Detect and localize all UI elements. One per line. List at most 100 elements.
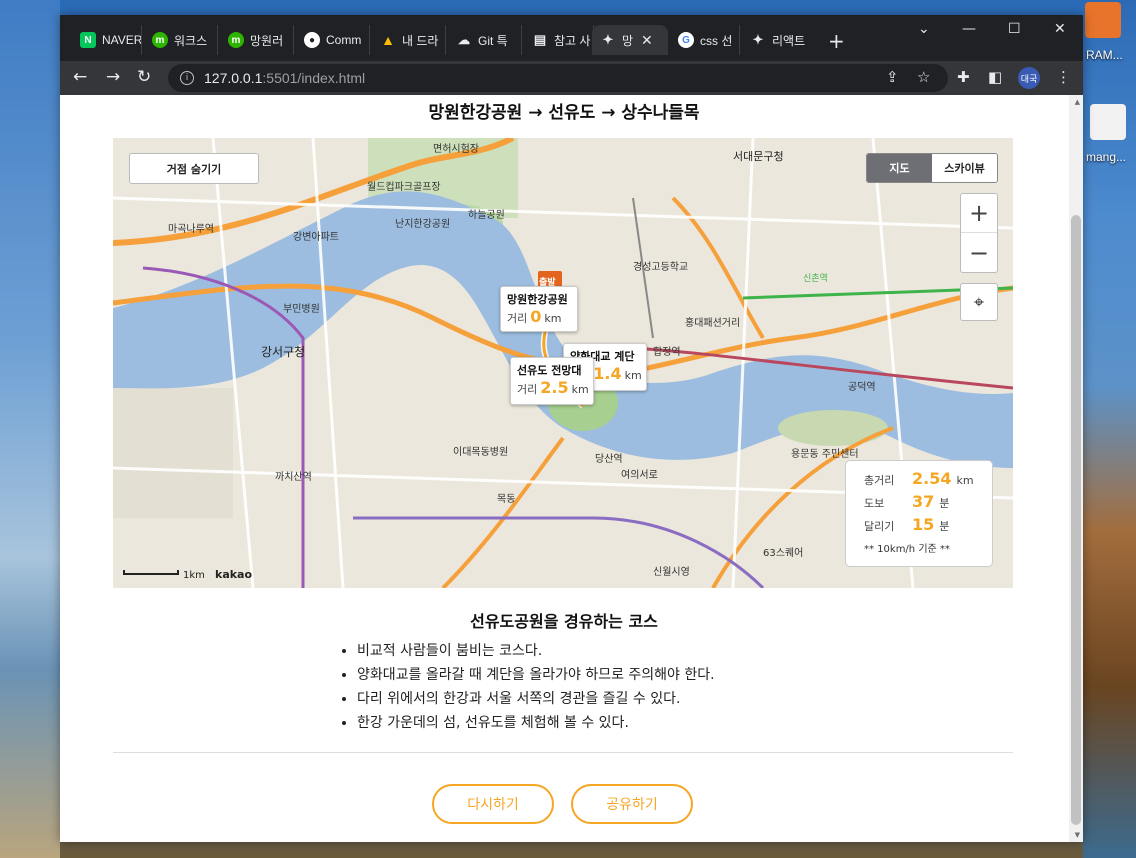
scroll-up-icon[interactable]: ▲: [1075, 98, 1080, 106]
maptype-skyview-button[interactable]: 스카이뷰: [932, 154, 997, 182]
tab-label: 참고 사: [554, 33, 591, 48]
map-place-label: 이대목동병원: [453, 447, 509, 458]
share-icon[interactable]: ⇪: [886, 68, 899, 86]
m-logo-icon: m: [152, 32, 168, 48]
minimize-icon[interactable]: —: [962, 21, 976, 37]
map-place-label: 서대문구청: [733, 150, 784, 163]
zoom-control: + −: [960, 193, 998, 273]
tab-react[interactable]: ✦ 리액트: [742, 25, 818, 55]
desktop-icon-label: mang...: [1086, 150, 1127, 164]
run-time-label: 달리기: [864, 520, 895, 533]
map-place-label: 신월시영: [653, 567, 690, 578]
tab-mangwon[interactable]: m 망원러: [220, 25, 294, 55]
tab-git[interactable]: ☁ Git 특: [448, 25, 522, 55]
map-place-label: 난지한강공원: [395, 219, 451, 230]
map-place-label: 까치산역: [275, 472, 312, 483]
zoom-out-button[interactable]: −: [961, 233, 997, 272]
maptype-map-button[interactable]: 지도: [867, 154, 932, 182]
map-place-label: 강변아파트: [293, 232, 339, 243]
map-place-label: 면허시험장: [433, 144, 479, 155]
scale-label: 1km: [183, 570, 205, 581]
retry-button[interactable]: 다시하기: [432, 784, 554, 824]
desktop-file-icon[interactable]: [1090, 104, 1126, 140]
tab-label: Comm: [326, 33, 362, 47]
back-icon[interactable]: ←: [73, 67, 87, 87]
maptype-toggle: 지도 스카이뷰: [866, 153, 998, 183]
close-window-icon[interactable]: ✕: [1054, 21, 1066, 37]
forward-icon[interactable]: →: [106, 67, 120, 87]
map-place-label: 홍대패션거리: [685, 318, 741, 329]
list-item: 비교적 사람들이 붐비는 코스다.: [357, 640, 715, 664]
locate-icon[interactable]: ⌖: [960, 283, 998, 321]
tab-works[interactable]: m 워크스: [144, 25, 218, 55]
side-panel-icon[interactable]: ◧: [988, 68, 1002, 86]
tab-drive[interactable]: ▲ 내 드라: [372, 25, 446, 55]
run-time-value: 15: [912, 515, 935, 534]
reload-icon[interactable]: ↻: [137, 67, 151, 87]
scroll-down-icon[interactable]: ▼: [1075, 831, 1080, 839]
tab-naver[interactable]: N NAVER: [72, 25, 142, 55]
desktop-app-icon[interactable]: [1085, 2, 1121, 38]
desktop-icon-label: RAM...: [1086, 48, 1123, 62]
map-place-label: 용문동 주민센터: [791, 449, 859, 460]
map-place-label: 합정역: [653, 347, 681, 358]
tab-search-icon[interactable]: ⌄: [918, 21, 930, 37]
zoom-in-button[interactable]: +: [961, 194, 997, 233]
distance-value: 1.4: [593, 364, 622, 383]
distance-unit: km: [544, 312, 562, 325]
site-info-icon[interactable]: i: [180, 71, 194, 85]
extensions-icon[interactable]: ✚: [957, 68, 970, 86]
tab-label: 망: [622, 33, 634, 48]
bookmark-star-icon[interactable]: ☆: [917, 68, 930, 86]
course-title: 선유도공원을 경유하는 코스: [470, 612, 658, 631]
tab-label: 내 드라: [402, 33, 439, 48]
tab-label: Git 특: [478, 33, 508, 48]
scale-bar: [123, 570, 179, 575]
toggle-places-button[interactable]: 거점 숨기기: [129, 153, 259, 184]
route-summary-panel: 총거리 2.54 km 도보 37 분 달리기 15 분 ** 10km/h 기준 **: [845, 460, 993, 567]
naver-icon: N: [80, 32, 96, 48]
profile-avatar[interactable]: 대국: [1018, 67, 1040, 89]
scrollbar[interactable]: ▲ ▼: [1069, 95, 1083, 842]
run-time-unit: 분: [939, 520, 950, 533]
map-place-label: 하늘공원: [468, 210, 505, 221]
tab-github[interactable]: ● Comm: [296, 25, 370, 55]
tab-css[interactable]: G css 선: [670, 25, 740, 55]
route-map[interactable]: 출발 면허시험장 서대문구청 월드컵파크골프장 난지한강공원 하늘공원 마곡나루…: [113, 138, 1013, 588]
maximize-icon[interactable]: ☐: [1008, 21, 1021, 37]
scroll-thumb[interactable]: [1071, 215, 1081, 825]
browser-toolbar: ← → ↻ i 127.0.0.1:5501/index.html ⇪ ☆ ✚ …: [60, 61, 1083, 95]
map-place-label: 당산역: [595, 454, 623, 465]
tab-strip: N NAVER m 워크스 m 망원러 ● Comm ▲ 내 드라 ☁ Git …: [60, 15, 1083, 61]
share-button[interactable]: 공유하기: [571, 784, 693, 824]
marker-info-card[interactable]: 선유도 전망대 거리 2.5 km: [510, 357, 594, 405]
tab-reference[interactable]: ▤ 참고 사: [524, 25, 594, 55]
tab-label: 워크스: [174, 33, 208, 48]
speed-basis-note: ** 10km/h 기준 **: [864, 544, 950, 555]
divider: [113, 752, 1013, 753]
url-host: 127.0.0.1: [204, 70, 263, 86]
marker-info-card[interactable]: 망원한강공원 거리 0 km: [500, 286, 578, 332]
distance-value: 0: [530, 307, 542, 326]
close-icon[interactable]: ✕: [641, 32, 653, 49]
map-place-label: 신촌역: [803, 274, 828, 284]
runner-icon: ✦: [752, 32, 764, 47]
map-place-label: 경성고등학교: [633, 262, 689, 273]
map-place-label: 공덕역: [848, 382, 876, 393]
google-icon: G: [678, 32, 694, 48]
walk-time-value: 37: [912, 492, 935, 511]
walk-time-unit: 분: [939, 497, 950, 510]
list-item: 양화대교를 올라갈 때 계단을 올라가야 하므로 주의해야 한다.: [357, 664, 715, 688]
tab-label: 리액트: [772, 33, 806, 48]
list-item: 다리 위에서의 한강과 서울 서쪽의 경관을 즐길 수 있다.: [357, 688, 715, 712]
address-bar[interactable]: i 127.0.0.1:5501/index.html: [168, 64, 948, 92]
map-place-label: 마곡나루역: [168, 224, 214, 235]
new-tab-icon[interactable]: +: [828, 29, 845, 53]
total-distance-unit: km: [956, 474, 974, 487]
map-place-label: 목동: [497, 494, 516, 505]
tab-current[interactable]: ✦ 망 ✕: [592, 25, 668, 55]
total-distance-value: 2.54: [912, 469, 952, 488]
menu-icon[interactable]: ⋮: [1056, 68, 1071, 86]
map-place-label: 강서구청: [261, 345, 306, 359]
doc-icon: ▤: [533, 32, 547, 47]
